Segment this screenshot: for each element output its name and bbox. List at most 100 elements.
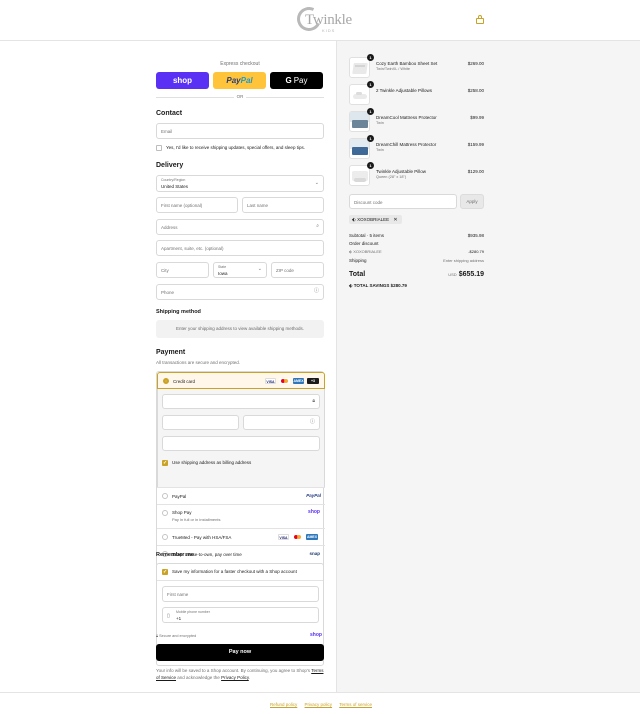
apartment-field[interactable]: Apartment, suite, etc. (optional) xyxy=(156,240,324,256)
cart-item: 1 Cozy Earth Bamboo Sheet Set Twin/TwinX… xyxy=(349,54,484,79)
visa-icon: VISA xyxy=(265,378,276,384)
paypal-option[interactable]: PayPal PayPal xyxy=(157,487,325,504)
credit-card-option[interactable]: Credit card VISA AMEX +3 xyxy=(157,372,325,389)
shipping-row: Shipping Enter shipping address xyxy=(349,258,484,263)
item-price: $269.00 xyxy=(467,61,484,66)
shop-logo: shop xyxy=(308,509,320,515)
card-number-field[interactable]: 🔒︎ xyxy=(162,394,320,409)
email-field[interactable]: Email xyxy=(156,123,324,139)
discount-code-field[interactable]: Discount code xyxy=(349,194,457,209)
payment-subtitle: All transactions are secure and encrypte… xyxy=(156,360,241,365)
paypal-button[interactable]: Pay Pal xyxy=(213,72,266,89)
item-price: $99.99 xyxy=(470,115,484,120)
product-thumbnail xyxy=(349,84,370,105)
quantity-badge: 1 xyxy=(367,108,374,115)
save-info-label: Save my information for a faster checkou… xyxy=(172,569,297,574)
tag-icon: ⬖ xyxy=(349,249,353,254)
payment-heading: Payment xyxy=(156,349,186,356)
refund-policy-link[interactable]: Refund policy xyxy=(270,702,297,707)
shipping-method-heading: Shipping method xyxy=(156,309,201,315)
save-info-checkbox[interactable]: ✓ xyxy=(162,569,168,575)
brand-sub: KIDS xyxy=(322,28,336,33)
security-code-field[interactable]: ⓘ xyxy=(243,415,320,430)
close-icon[interactable]: ✕ xyxy=(393,217,397,223)
brand-logo[interactable]: Twinkle KIDS xyxy=(293,3,352,35)
billing-same-label: Use shipping address as billing address xyxy=(172,460,252,465)
billing-same-checkbox[interactable]: ✓ xyxy=(162,460,168,466)
shop-logo: shop xyxy=(310,632,322,638)
amex-icon: AMEX xyxy=(306,534,318,540)
address-field[interactable]: Address ⌕ xyxy=(156,219,324,235)
shopping-bag-icon[interactable] xyxy=(476,15,484,24)
header: Twinkle KIDS xyxy=(0,0,640,41)
lock-icon: 🔒︎ xyxy=(312,398,315,404)
item-price: $159.99 xyxy=(467,142,484,147)
google-icon: G xyxy=(285,76,292,85)
express-checkout-title: Express checkout xyxy=(220,61,260,67)
zip-field[interactable]: ZIP code xyxy=(271,262,324,278)
snap-logo: snap xyxy=(309,551,320,556)
search-icon: ⌕ xyxy=(316,223,319,229)
shipping-updates-checkbox[interactable] xyxy=(156,145,162,151)
mastercard-icon xyxy=(292,534,303,540)
shipping-updates-label: Yes, I'd like to receive shipping update… xyxy=(166,145,305,150)
quantity-badge: 1 xyxy=(367,81,374,88)
name-on-card-field[interactable] xyxy=(162,436,320,451)
quantity-badge: 1 xyxy=(367,162,374,169)
item-name: Cozy Earth Bamboo Sheet Set xyxy=(376,61,438,66)
remember-me-heading: Remember me xyxy=(156,552,194,558)
paypal-logo: PayPal xyxy=(306,493,321,498)
item-variant: Twin xyxy=(376,121,384,125)
tag-icon: ⬖ xyxy=(352,217,356,223)
quantity-badge: 1 xyxy=(367,54,374,61)
shop-pay-button[interactable]: shop xyxy=(156,72,209,89)
paypal-radio[interactable] xyxy=(162,493,168,499)
tag-icon: ⬖ xyxy=(349,283,353,288)
delivery-heading: Delivery xyxy=(156,162,184,169)
chevron-down-icon: ⌄ xyxy=(257,266,262,272)
credit-card-radio[interactable] xyxy=(163,378,169,384)
item-name: Twinkle Adjustable Pillow xyxy=(376,169,427,174)
privacy-policy-footer-link[interactable]: Privacy policy xyxy=(305,702,333,707)
discount-code-chip: ⬖ XOXOBRIALEE ✕ xyxy=(349,215,402,224)
state-select[interactable]: State Iowa ⌄ xyxy=(213,262,267,278)
terms-of-service-footer-link[interactable]: Terms of service xyxy=(339,702,372,707)
remember-first-name-field[interactable]: First name xyxy=(162,586,319,602)
cart-item: 1 Twinkle Adjustable Pillow Queen (28" x… xyxy=(349,162,484,187)
item-variant: Queen (28" x 18") xyxy=(376,175,407,179)
more-cards-badge: +3 xyxy=(307,378,319,384)
truemed-radio[interactable] xyxy=(162,534,168,540)
quantity-badge: 1 xyxy=(367,135,374,142)
product-thumbnail xyxy=(349,165,370,186)
phone-field[interactable]: Phone ⓘ xyxy=(156,284,324,300)
amex-icon: AMEX xyxy=(293,378,304,384)
item-variant: Twin xyxy=(376,148,384,152)
or-divider: OR xyxy=(156,94,324,100)
footer: Refund policy Privacy policy Terms of se… xyxy=(0,692,640,714)
city-field[interactable]: City xyxy=(156,262,209,278)
country-select[interactable]: Country/Region United States ⌄ xyxy=(156,175,324,192)
total-savings-row: ⬖ TOTAL SAVINGS $280.79 xyxy=(349,283,407,288)
help-icon: ⓘ xyxy=(313,288,319,294)
discount-code-row: ⬖ XOXOBRIALEE -$280.79 xyxy=(349,249,484,254)
visa-icon: VISA xyxy=(278,534,289,540)
apply-discount-button[interactable]: Apply xyxy=(460,194,484,209)
truemed-option[interactable]: TrueMed - Pay with HSA/FSA VISA AMEX xyxy=(157,528,325,545)
first-name-field[interactable]: First name (optional) xyxy=(156,197,238,213)
shop-pay-radio[interactable] xyxy=(162,510,168,516)
product-thumbnail xyxy=(349,57,370,78)
expiration-date-field[interactable] xyxy=(162,415,239,430)
credit-card-fields: 🔒︎ ⓘ ✓ Use shipping address as billing a… xyxy=(157,389,325,487)
shop-pay-option[interactable]: Shop Pay Pay in full or in installments … xyxy=(157,504,325,528)
item-name: DreamChill Mattress Protector xyxy=(376,142,437,147)
mastercard-icon xyxy=(279,378,290,384)
brand-name: Twinkle xyxy=(305,12,352,28)
pay-now-button[interactable]: Pay now xyxy=(156,644,324,661)
item-price: $129.00 xyxy=(467,169,484,174)
help-icon: ⓘ xyxy=(309,419,315,425)
google-pay-button[interactable]: G Pay xyxy=(270,72,323,89)
last-name-field[interactable]: Last name xyxy=(242,197,324,213)
mobile-phone-field[interactable]: ▯ Mobile phone number +1 xyxy=(162,607,319,623)
product-thumbnail xyxy=(349,111,370,132)
privacy-policy-link[interactable]: Privacy Policy xyxy=(221,675,249,680)
